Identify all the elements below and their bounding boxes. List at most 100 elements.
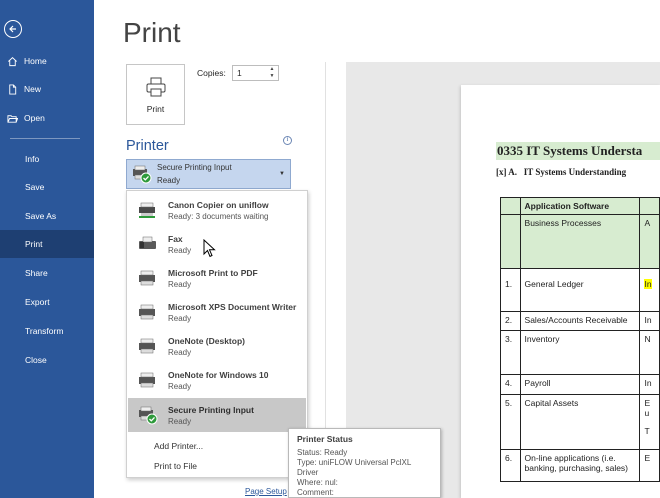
tooltip-type: Type: uniFLOW Universal PclXL: [297, 458, 412, 467]
printer-option-status: Ready: [168, 347, 192, 357]
printer-option-name: OneNote (Desktop): [168, 335, 245, 346]
doc-sub-marker: [x] A.: [496, 167, 517, 177]
table-header-next: A: [639, 214, 660, 269]
row-next: N: [639, 330, 660, 375]
row-number: 2.: [500, 311, 521, 331]
nav-open[interactable]: Open: [0, 104, 94, 132]
row-next-line: T: [644, 426, 650, 436]
back-arrow-icon[interactable]: [4, 20, 22, 38]
printer-option-status: Ready: [168, 381, 192, 391]
nav-new[interactable]: New: [0, 75, 94, 103]
printer-option-secure[interactable]: Secure Printing Input Ready: [128, 398, 306, 432]
table-row: 3. Inventory N: [500, 330, 660, 375]
printer-status-tooltip: Printer Status Status: Ready Type: uniFL…: [288, 428, 441, 498]
printer-option-onenote-desktop[interactable]: OneNote (Desktop) Ready: [128, 329, 306, 363]
nav-transform[interactable]: Transform: [0, 317, 94, 345]
nav-export[interactable]: Export: [0, 288, 94, 316]
printer-option-name: OneNote for Windows 10: [168, 369, 269, 380]
row-name: Sales/Accounts Receivable: [519, 311, 641, 331]
printer-ready-icon: [127, 164, 157, 184]
add-printer-link[interactable]: Add Printer...: [154, 441, 203, 451]
printer-option-onenote-win10[interactable]: OneNote for Windows 10 Ready: [128, 363, 306, 397]
tooltip-title: Printer Status: [297, 434, 353, 444]
printer-option-name: Microsoft Print to PDF: [168, 267, 258, 278]
selected-printer-name: Secure Printing Input: [157, 163, 232, 172]
table-cell: [500, 214, 521, 269]
nav-export-label: Export: [25, 297, 50, 307]
nav-print-label: Print: [25, 239, 43, 249]
nav-save-as[interactable]: Save As: [0, 202, 94, 230]
nav-transform-label: Transform: [25, 326, 64, 336]
preview-page: 0335 IT Systems Understa [x] A. IT Syste…: [461, 85, 660, 498]
table-row: 2. Sales/Accounts Receivable In: [500, 311, 660, 331]
printer-dropdown: Canon Copier on uniflow Ready: 3 documen…: [126, 190, 308, 478]
page-title: Print: [123, 17, 181, 48]
row-name: General Ledger: [519, 268, 641, 312]
nav-save-as-label: Save As: [25, 211, 57, 221]
row-next: E u T: [639, 394, 660, 450]
nav-info-label: Info: [25, 154, 40, 164]
highlighted-text: In: [644, 279, 652, 289]
printer-option-status: Ready: [168, 245, 192, 255]
nav-share-label: Share: [25, 268, 48, 278]
printer-icon: [146, 77, 165, 96]
home-icon: [0, 56, 24, 67]
table-row: 4. Payroll In: [500, 374, 660, 395]
nav-info[interactable]: Info: [0, 145, 94, 173]
copies-stepper[interactable]: ▲ ▼: [268, 66, 276, 80]
table-cell: [639, 197, 660, 215]
row-number: 6.: [500, 449, 521, 482]
print-to-file-option[interactable]: Print to File: [154, 461, 197, 471]
page-setup-link[interactable]: Page Setup: [245, 487, 287, 496]
row-next: E: [639, 449, 660, 482]
nav-open-label: Open: [24, 113, 45, 123]
printer-icon: [128, 268, 168, 288]
row-name: Capital Assets: [519, 394, 641, 450]
printer-section-heading: Printer: [126, 138, 169, 154]
print-button[interactable]: Print: [126, 64, 185, 125]
printer-option-canon[interactable]: Canon Copier on uniflow Ready: 3 documen…: [128, 193, 306, 227]
nav-new-label: New: [24, 84, 42, 94]
print-button-label: Print: [146, 103, 165, 114]
nav-share[interactable]: Share: [0, 259, 94, 287]
tooltip-type-cont: Driver: [297, 468, 319, 477]
tooltip-status: Status: Ready: [297, 448, 348, 457]
printer-option-status: Ready: 3 documents waiting: [168, 211, 269, 221]
row-next: In: [639, 374, 660, 395]
nav-home[interactable]: Home: [0, 47, 94, 75]
printer-icon: [128, 336, 168, 356]
nav-home-label: Home: [24, 56, 47, 66]
table-header-business: Business Processes: [519, 214, 641, 269]
printer-icon: [128, 302, 168, 322]
copies-value: 1: [237, 68, 242, 78]
row-next: In: [639, 268, 660, 312]
printer-option-status: Ready: [168, 416, 192, 426]
printer-option-status: Ready: [168, 279, 192, 289]
doc-table: Application Software Business Processes …: [500, 197, 660, 482]
nav-save[interactable]: Save: [0, 173, 94, 201]
printer-option-pdf[interactable]: Microsoft Print to PDF Ready: [128, 261, 306, 295]
printer-option-fax[interactable]: Fax Ready: [128, 227, 306, 261]
selected-printer-status: Ready: [157, 176, 181, 185]
printer-ready-icon: [128, 405, 168, 425]
folder-open-icon: [0, 113, 24, 124]
row-number: 4.: [500, 374, 521, 395]
table-cell: [500, 197, 521, 215]
table-row: 1. General Ledger In: [500, 268, 660, 312]
info-icon[interactable]: i: [283, 136, 292, 145]
copies-input[interactable]: 1 ▲ ▼: [232, 65, 279, 81]
row-number: 5.: [500, 394, 521, 450]
printer-option-name: Fax: [168, 233, 183, 244]
table-row: 6. On-line applications (i.e. banking, p…: [500, 449, 660, 482]
row-number: 3.: [500, 330, 521, 375]
row-name: Payroll: [519, 374, 641, 395]
nav-close[interactable]: Close: [0, 346, 94, 374]
nav-print[interactable]: Print: [0, 230, 94, 258]
printer-option-status: Ready: [168, 313, 192, 323]
table-row: 5. Capital Assets E u T: [500, 394, 660, 450]
row-name: Inventory: [519, 330, 641, 375]
printer-option-xps[interactable]: Microsoft XPS Document Writer Ready: [128, 295, 306, 329]
table-header-app: Application Software: [519, 197, 641, 215]
printer-select[interactable]: Secure Printing Input Ready ▼: [126, 159, 291, 189]
tooltip-comment: Comment:: [297, 488, 334, 497]
